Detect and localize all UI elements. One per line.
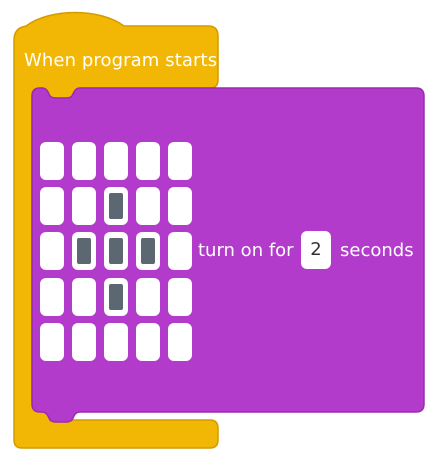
led-cell[interactable] (168, 323, 192, 361)
led-cell[interactable] (40, 232, 64, 270)
seconds-label: seconds (340, 240, 414, 261)
led-cell[interactable] (40, 142, 64, 180)
led-cell[interactable] (104, 323, 128, 361)
led-cell[interactable] (40, 187, 64, 225)
led-cell[interactable] (40, 278, 64, 316)
led-cell[interactable] (104, 278, 128, 316)
led-cell[interactable] (136, 232, 160, 270)
led-cell[interactable] (104, 232, 128, 270)
led-cell[interactable] (72, 323, 96, 361)
led-lit-indicator (109, 193, 123, 219)
led-lit-indicator (141, 238, 155, 264)
led-cell[interactable] (168, 187, 192, 225)
led-cell[interactable] (136, 187, 160, 225)
led-cell[interactable] (72, 142, 96, 180)
led-cell[interactable] (136, 142, 160, 180)
duration-input[interactable]: 2 (301, 231, 331, 269)
led-lit-indicator (77, 238, 91, 264)
led-cell[interactable] (72, 232, 96, 270)
led-matrix-selector[interactable] (38, 139, 196, 369)
led-cell[interactable] (168, 232, 192, 270)
led-cell[interactable] (168, 278, 192, 316)
led-cell[interactable] (72, 187, 96, 225)
led-lit-indicator (109, 284, 123, 310)
led-lit-indicator (109, 238, 123, 264)
led-cell[interactable] (136, 278, 160, 316)
led-cell[interactable] (136, 323, 160, 361)
led-cell[interactable] (72, 278, 96, 316)
led-cell[interactable] (104, 142, 128, 180)
led-cell[interactable] (40, 323, 64, 361)
turn-on-for-label: turn on for (198, 240, 294, 261)
code-canvas: When program starts turn on for 2 second… (0, 0, 442, 463)
led-cell[interactable] (168, 142, 192, 180)
led-cell[interactable] (104, 187, 128, 225)
